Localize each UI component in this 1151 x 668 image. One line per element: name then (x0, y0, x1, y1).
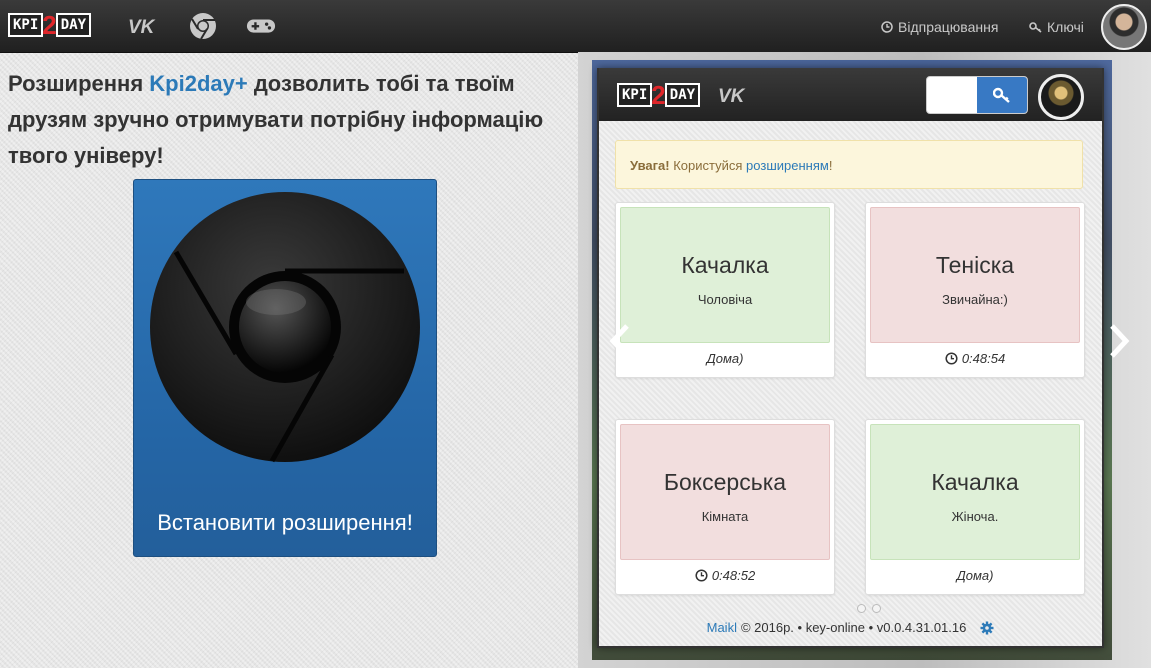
room-card-footer: 0:48:52 (616, 568, 834, 583)
room-card-status: Дома) (706, 351, 744, 366)
room-card-body: Качалка Чоловіча (620, 207, 830, 343)
room-card-title: Качалка (681, 252, 769, 278)
promo-text: Розширення Kpi2day+ дозволить тобі та тв… (8, 66, 568, 174)
room-card-body: Теніска Звичайна:) (870, 207, 1080, 343)
room-card-timer: 0:48:54 (961, 351, 1006, 366)
popup-footer: Maikl © 2016р. • key-online • v0.0.4.31.… (599, 620, 1102, 635)
popup-vk-icon[interactable]: VK (718, 81, 748, 109)
install-extension-button[interactable]: Встановити розширення! (133, 179, 437, 557)
clock-icon (945, 352, 958, 365)
room-card-footer: Дома) (866, 568, 1084, 583)
popup-logo-left: KPI (617, 83, 653, 107)
key-search-button[interactable] (977, 77, 1027, 113)
room-card-title: Теніска (935, 252, 1015, 278)
user-avatar[interactable] (1101, 4, 1147, 50)
carousel-prev-arrow[interactable] (607, 322, 631, 365)
carousel-next-arrow[interactable] (1108, 322, 1132, 365)
room-card-subtitle: Жіноча. (951, 509, 999, 524)
extension-popup: KPI 2 DAY VK Увага! Користуйся розширенн… (597, 68, 1104, 648)
alert-strong: Увага! (630, 158, 670, 173)
popup-header: KPI 2 DAY VK (599, 68, 1102, 121)
notice-alert: Увага! Користуйся розширенням! (615, 140, 1083, 189)
room-card-title: Боксерська (663, 469, 787, 495)
room-card-footer: Дома) (616, 351, 834, 366)
logo-left: KPI (8, 13, 44, 37)
logo-two: 2 (42, 10, 57, 40)
vk-icon[interactable]: VK (128, 12, 158, 40)
room-card-subtitle: Звичайна:) (942, 292, 1008, 307)
room-card-status: Дома) (956, 568, 994, 583)
svg-text:VK: VK (718, 86, 746, 104)
alert-extension-link[interactable]: розширенням (746, 158, 829, 173)
promo-text-before: Розширення (8, 71, 150, 96)
logo-right: DAY (55, 13, 92, 37)
popup-logo-two: 2 (651, 80, 666, 110)
room-card-timer: 0:48:52 (711, 568, 756, 583)
room-card[interactable]: Боксерська Кімната 0:48:52 (615, 419, 835, 595)
clock-icon (881, 21, 893, 33)
site-logo[interactable]: KPI 2 DAY (8, 10, 92, 40)
key-icon (1029, 22, 1042, 33)
gear-icon[interactable] (980, 621, 994, 635)
footer-author-link[interactable]: Maikl (707, 620, 737, 635)
install-extension-label: Встановити розширення! (157, 510, 413, 535)
carousel-dot[interactable] (857, 604, 866, 613)
room-card-body: Боксерська Кімната (620, 424, 830, 560)
room-card-title: Качалка (931, 469, 1019, 495)
key-search-field[interactable] (926, 76, 1028, 114)
chrome-icon[interactable] (188, 12, 218, 40)
key-icon (993, 87, 1010, 103)
nav-link-keys-label: Ключі (1047, 19, 1084, 35)
room-card[interactable]: Качалка Жіноча. Дома) (865, 419, 1085, 595)
room-card-subtitle: Кімната (701, 509, 749, 524)
popup-logo[interactable]: KPI 2 DAY (617, 80, 701, 110)
clock-icon (695, 569, 708, 582)
room-card[interactable]: Качалка Чоловіча Дома) (615, 202, 835, 378)
popup-logo-right: DAY (664, 83, 701, 107)
footer-text: © 2016р. • key-online • v0.0.4.31.01.16 (740, 620, 967, 635)
nav-link-workoffs-label: Відпрацювання (898, 19, 999, 35)
gamepad-icon[interactable] (246, 12, 276, 40)
room-card[interactable]: Теніска Звичайна:) 0:48:54 (865, 202, 1085, 378)
carousel-indicators (857, 604, 881, 613)
top-navbar: KPI 2 DAY VK Відпрацювання Ключі (0, 0, 1151, 53)
chrome-logo-icon (150, 192, 420, 463)
room-card-subtitle: Чоловіча (697, 292, 753, 307)
alert-end: ! (828, 158, 833, 173)
chevron-left-icon (609, 324, 629, 358)
promo-brand: Kpi2day+ (149, 71, 248, 96)
svg-text:VK: VK (128, 17, 156, 35)
room-card-footer: 0:48:54 (866, 351, 1084, 366)
nav-link-keys[interactable]: Ключі (1029, 19, 1084, 35)
carousel-dot[interactable] (872, 604, 881, 613)
nav-link-workoffs[interactable]: Відпрацювання (881, 19, 998, 35)
room-card-body: Качалка Жіноча. (870, 424, 1080, 560)
alert-text: Користуйся (669, 158, 747, 173)
chevron-right-icon (1110, 324, 1130, 358)
popup-avatar[interactable] (1038, 74, 1084, 120)
